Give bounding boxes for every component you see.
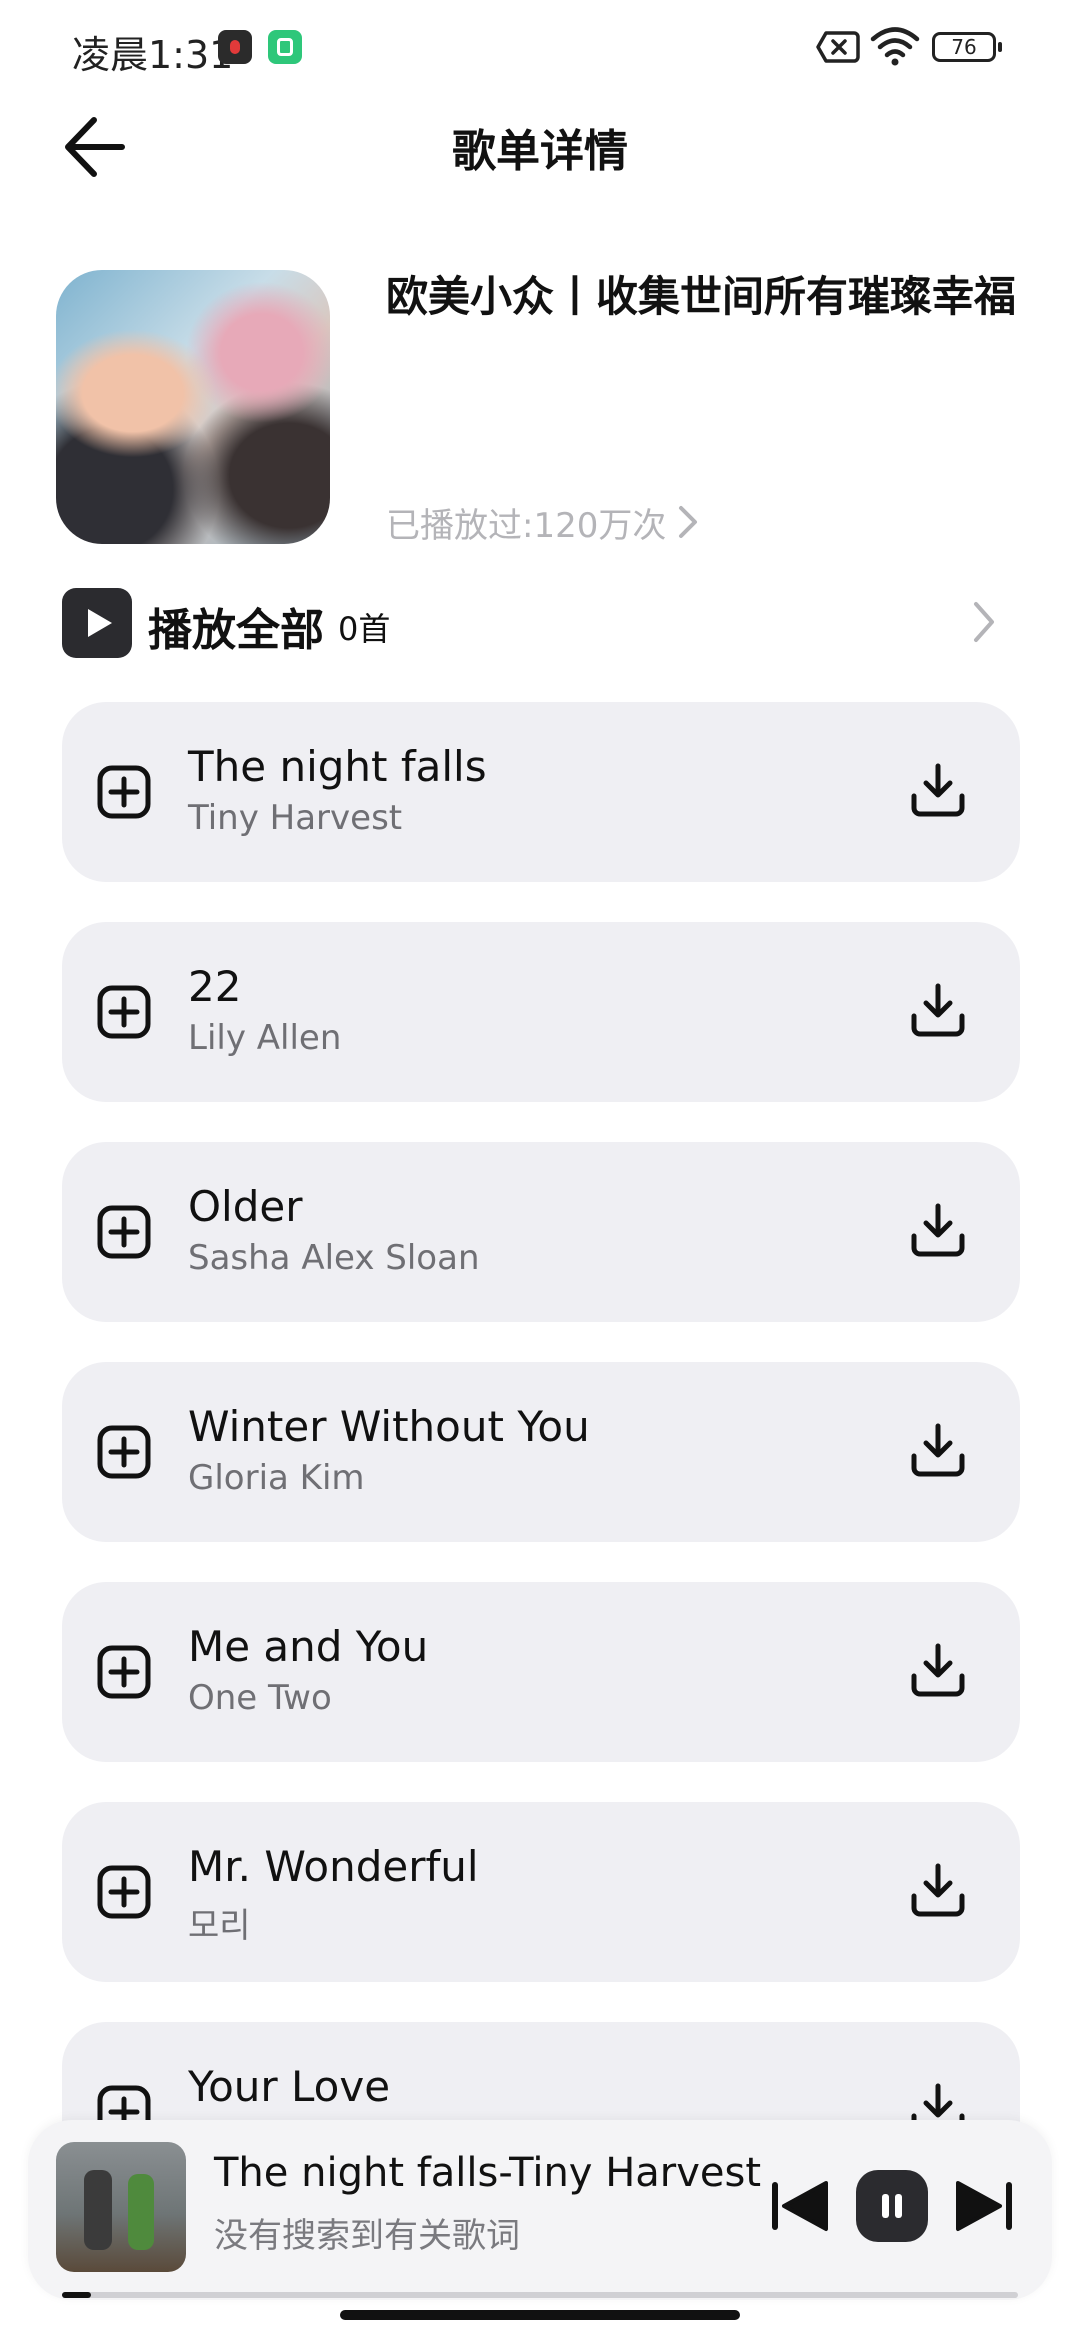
battery-level: 76 <box>951 35 977 59</box>
playlist-cover <box>56 270 330 544</box>
sim-error-icon <box>816 31 860 63</box>
skip-previous-icon <box>772 2181 828 2231</box>
song-artist: Gloria Kim <box>188 1458 365 1498</box>
now-playing-title[interactable]: The night falls-Tiny Harvest <box>214 2150 761 2196</box>
download-icon[interactable] <box>908 1200 968 1260</box>
song-item[interactable]: 22 Lily Allen <box>62 922 1020 1102</box>
song-artist: One Two <box>188 1678 332 1718</box>
play-all-button[interactable] <box>62 588 132 658</box>
wifi-icon <box>870 27 920 66</box>
song-item[interactable]: Mr. Wonderful 모리 <box>62 1802 1020 1982</box>
song-title: Me and You <box>188 1622 429 1671</box>
song-artist: Tiny Harvest <box>188 798 403 838</box>
download-icon[interactable] <box>908 1640 968 1700</box>
song-title: Mr. Wonderful <box>188 1842 479 1891</box>
song-title: The night falls <box>188 742 487 791</box>
add-to-playlist-icon[interactable] <box>96 984 152 1040</box>
song-title: 22 <box>188 962 242 1011</box>
home-indicator[interactable] <box>340 2310 740 2320</box>
status-bar: 凌晨1:31 76 <box>0 0 1080 96</box>
song-artist: 모리 <box>188 1906 251 1946</box>
playlist-title: 欧美小众丨收集世间所有璀璨幸福 <box>386 272 1017 321</box>
play-count[interactable]: 已播放过:120万次 <box>386 498 666 547</box>
song-item[interactable]: Older Sasha Alex Sloan <box>62 1142 1020 1322</box>
add-to-playlist-icon[interactable] <box>96 1204 152 1260</box>
add-to-playlist-icon[interactable] <box>96 1864 152 1920</box>
app-notification-icon <box>218 30 252 64</box>
now-playing-cover[interactable] <box>56 2142 186 2272</box>
skip-next-icon <box>956 2181 1012 2231</box>
status-time: 凌晨1:31 <box>72 33 234 77</box>
page-title: 歌单详情 <box>452 126 628 177</box>
song-artist: Lily Allen <box>188 1018 342 1058</box>
add-to-playlist-icon[interactable] <box>96 764 152 820</box>
playback-progress[interactable] <box>62 2292 1018 2298</box>
next-button[interactable] <box>952 2180 1014 2232</box>
battery-icon: 76 <box>932 32 1002 62</box>
download-icon[interactable] <box>908 980 968 1040</box>
song-count: 0首 <box>338 610 391 648</box>
song-item[interactable]: The night falls Tiny Harvest <box>62 702 1020 882</box>
add-to-playlist-icon[interactable] <box>96 1424 152 1480</box>
previous-button[interactable] <box>770 2180 832 2232</box>
pause-button[interactable] <box>856 2170 928 2242</box>
song-artist: Sasha Alex Sloan <box>188 1238 480 1278</box>
play-all-label[interactable]: 播放全部 <box>148 594 324 658</box>
download-icon[interactable] <box>908 1860 968 1920</box>
song-title: Your Love <box>188 2062 391 2111</box>
app-notification-icon <box>268 30 302 64</box>
download-icon[interactable] <box>908 760 968 820</box>
chevron-right-icon[interactable] <box>676 504 700 540</box>
chevron-right-icon[interactable] <box>970 600 998 644</box>
song-title: Winter Without You <box>188 1402 590 1451</box>
song-item[interactable]: Me and You One Two <box>62 1582 1020 1762</box>
song-item[interactable]: Winter Without You Gloria Kim <box>62 1362 1020 1542</box>
download-icon[interactable] <box>908 1420 968 1480</box>
song-title: Older <box>188 1182 303 1231</box>
mini-player[interactable]: The night falls-Tiny Harvest 没有搜索到有关歌词 <box>28 2120 1052 2300</box>
add-to-playlist-icon[interactable] <box>96 1644 152 1700</box>
playback-progress-fill <box>62 2292 91 2298</box>
now-playing-lyric: 没有搜索到有关歌词 <box>214 2216 520 2256</box>
